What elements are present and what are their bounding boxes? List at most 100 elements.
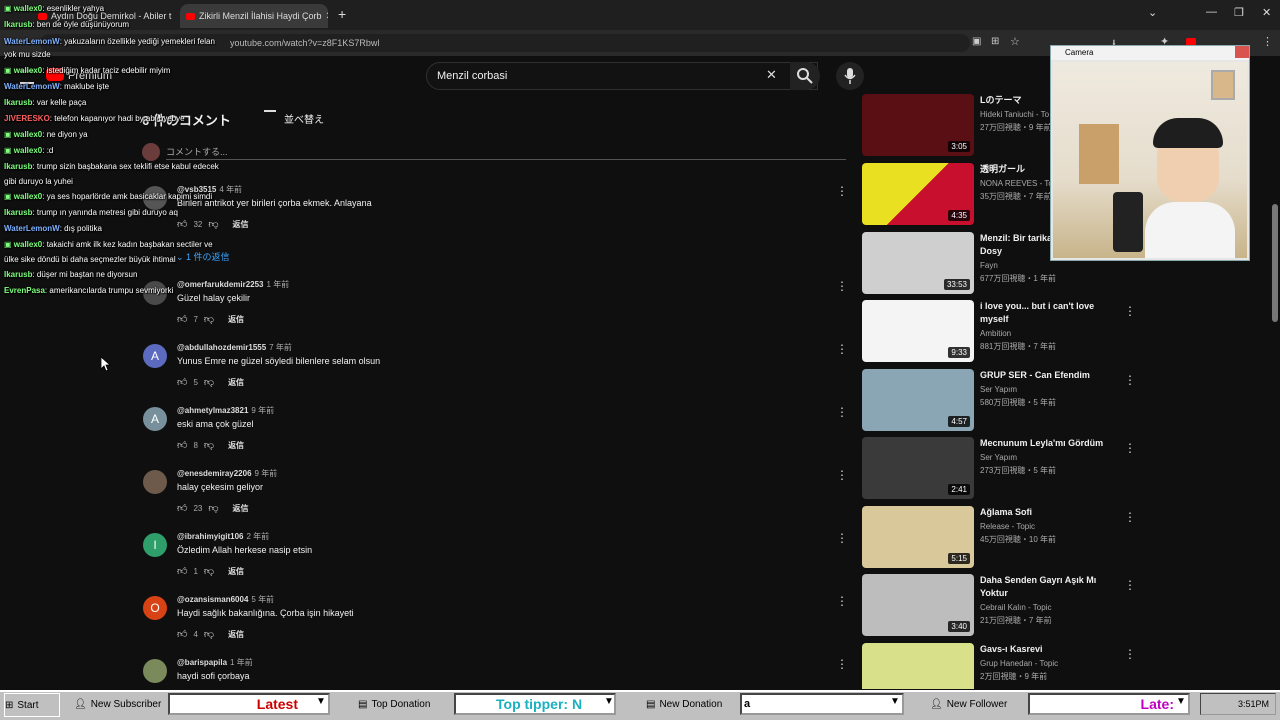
dislike-icon[interactable]: 👎︎ xyxy=(204,376,214,388)
like-icon[interactable]: 👍︎ xyxy=(177,628,187,640)
comment-menu-icon[interactable]: ⋮ xyxy=(836,468,848,482)
sort-button[interactable]: 並べ替え xyxy=(284,111,324,126)
add-comment-input[interactable]: コメントする... xyxy=(166,145,846,160)
screenshot-icon[interactable]: ▣ xyxy=(972,36,981,47)
video-channel[interactable]: Fayn xyxy=(980,259,998,272)
comment-author[interactable]: @ahmetylmaz3821 9 年前 xyxy=(177,405,274,416)
minimize-icon[interactable]: — xyxy=(1206,6,1217,18)
video-channel[interactable]: NONA REEVES - Top xyxy=(980,177,1057,190)
reply-button[interactable]: 返信 xyxy=(228,440,244,451)
reply-button[interactable]: 返信 xyxy=(228,629,244,640)
video-menu-icon[interactable]: ⋮ xyxy=(1124,647,1132,661)
video-thumbnail[interactable]: 9:33 xyxy=(862,300,974,362)
related-video[interactable]: Gavs-ı Kasrevi Grup Hanedan - Topic 2万回視… xyxy=(862,643,1132,689)
scrollbar-thumb[interactable] xyxy=(1272,204,1278,322)
video-thumbnail[interactable]: 4:57 xyxy=(862,369,974,431)
window-close-icon[interactable]: ✕ xyxy=(1262,6,1271,19)
video-thumbnail[interactable]: 3:40 xyxy=(862,574,974,636)
related-video[interactable]: 4:57 GRUP SER - Can Efendim Ser Yapım 58… xyxy=(862,369,1136,433)
reply-button[interactable]: 返信 xyxy=(228,314,244,325)
video-menu-icon[interactable]: ⋮ xyxy=(1124,304,1136,318)
bookmark-star-icon[interactable]: ☆ xyxy=(1010,35,1020,48)
comment-menu-icon[interactable]: ⋮ xyxy=(836,405,848,419)
video-thumbnail[interactable]: 4:35 xyxy=(862,163,974,225)
dislike-icon[interactable]: 👎︎ xyxy=(208,502,218,514)
video-thumbnail[interactable]: 33:53 xyxy=(862,232,974,294)
reply-button[interactable]: 返信 xyxy=(228,566,244,577)
avatar[interactable] xyxy=(143,659,167,683)
dropdown-arrow-icon[interactable]: ▼ xyxy=(316,696,326,707)
video-thumbnail[interactable]: 3:05 xyxy=(862,94,974,156)
video-thumbnail[interactable]: 2:41 xyxy=(862,437,974,499)
like-icon[interactable]: 👍︎ xyxy=(177,565,187,577)
video-channel[interactable]: Hideki Taniuchi - To xyxy=(980,108,1049,121)
avatar[interactable]: I xyxy=(143,533,167,557)
comment-menu-icon[interactable]: ⋮ xyxy=(836,531,848,545)
video-channel[interactable]: Cebrail Kalın - Topic xyxy=(980,601,1051,614)
menu-dots-icon[interactable]: ⋮ xyxy=(1262,35,1273,48)
video-menu-icon[interactable]: ⋮ xyxy=(1124,578,1136,592)
install-icon[interactable]: ⊞ xyxy=(991,36,999,47)
video-title[interactable]: Daha Senden Gayrı Aşık Mı Yoktur xyxy=(980,574,1120,600)
camera-window[interactable]: Camera xyxy=(1050,45,1250,261)
video-thumbnail[interactable] xyxy=(862,643,974,689)
video-title[interactable]: Mecnunum Leyla'mı Gördüm xyxy=(980,437,1120,450)
top-donation-button[interactable]: ▤ Top Donation xyxy=(358,693,430,715)
start-button[interactable]: ⊞ Start xyxy=(4,693,60,717)
avatar[interactable]: A xyxy=(143,344,167,368)
dislike-icon[interactable]: 👎︎ xyxy=(204,565,214,577)
dislike-icon[interactable]: 👎︎ xyxy=(204,628,214,640)
video-thumbnail[interactable]: 5:15 xyxy=(862,506,974,568)
comment-menu-icon[interactable]: ⋮ xyxy=(836,657,848,671)
reply-button[interactable]: 返信 xyxy=(233,503,249,514)
video-title[interactable]: GRUP SER - Can Efendim xyxy=(980,369,1120,382)
tab-zikirli-menzil[interactable]: Zikirli Menzil İlahisi Haydi Çorb ✕ xyxy=(180,4,328,28)
comment-menu-icon[interactable]: ⋮ xyxy=(836,594,848,608)
close-icon[interactable]: ✕ xyxy=(322,11,328,22)
video-title[interactable]: Gavs-ı Kasrevi xyxy=(980,643,1120,656)
new-donation-button[interactable]: ▤ New Donation xyxy=(646,693,722,715)
new-subscriber-button[interactable]: 👤︎ New Subscriber xyxy=(74,693,161,715)
dislike-icon[interactable]: 👎︎ xyxy=(208,218,218,230)
new-follower-button[interactable]: 👤︎ New Follower xyxy=(930,693,1007,715)
video-channel[interactable]: Release - Topic xyxy=(980,520,1035,533)
close-icon[interactable]: ✕ xyxy=(171,11,176,22)
dropdown-arrow-icon[interactable]: ▼ xyxy=(1176,696,1186,707)
like-icon[interactable]: 👍︎ xyxy=(177,218,187,230)
related-video[interactable]: 9:33 i love you... but i can't love myse… xyxy=(862,300,1136,364)
like-icon[interactable]: 👍︎ xyxy=(177,439,187,451)
like-icon[interactable]: 👍︎ xyxy=(177,313,187,325)
camera-close-icon[interactable] xyxy=(1235,46,1249,58)
comment-author[interactable]: @abdullahozdemir1555 7 年前 xyxy=(177,342,292,353)
related-video[interactable]: 2:41 Mecnunum Leyla'mı Gördüm Ser Yapım … xyxy=(862,437,1136,501)
avatar[interactable]: A xyxy=(143,407,167,431)
video-title[interactable]: Ağlama Sofi xyxy=(980,506,1120,519)
comment-menu-icon[interactable]: ⋮ xyxy=(836,279,848,293)
reply-button[interactable]: 返信 xyxy=(233,219,249,230)
video-channel[interactable]: Grup Hanedan - Topic xyxy=(980,657,1058,670)
video-title[interactable]: i love you... but i can't love myself xyxy=(980,300,1120,326)
donation-field[interactable]: a xyxy=(740,693,904,715)
dropdown-arrow-icon[interactable]: ▼ xyxy=(604,696,614,707)
video-menu-icon[interactable]: ⋮ xyxy=(1124,441,1136,455)
dislike-icon[interactable]: 👎︎ xyxy=(204,439,214,451)
search-input[interactable]: Menzil corbasi xyxy=(426,62,818,90)
comment-author[interactable]: @ozansisman6004 5 年前 xyxy=(177,594,274,605)
like-icon[interactable]: 👍︎ xyxy=(177,502,187,514)
comment-author[interactable]: @barispapila 1 年前 xyxy=(177,657,253,668)
replies-toggle[interactable]: ⌄ 1 件の返信 xyxy=(176,250,230,263)
comment-menu-icon[interactable]: ⋮ xyxy=(836,342,848,356)
video-channel[interactable]: Ambition xyxy=(980,327,1011,340)
video-channel[interactable]: Ser Yapım xyxy=(980,451,1017,464)
new-tab-button[interactable]: + xyxy=(338,6,346,22)
avatar[interactable]: O xyxy=(143,596,167,620)
video-channel[interactable]: Ser Yapım xyxy=(980,383,1017,396)
video-menu-icon[interactable]: ⋮ xyxy=(1124,510,1136,524)
reply-button[interactable]: 返信 xyxy=(228,377,244,388)
comment-author[interactable]: @enesdemiray2206 9 年前 xyxy=(177,468,277,479)
dropdown-arrow-icon[interactable]: ▼ xyxy=(890,696,900,707)
tab-search-chevron-icon[interactable]: ⌄ xyxy=(1148,6,1157,19)
avatar[interactable] xyxy=(143,470,167,494)
video-menu-icon[interactable]: ⋮ xyxy=(1124,373,1136,387)
comment-author[interactable]: @ibrahimyigit106 2 年前 xyxy=(177,531,269,542)
